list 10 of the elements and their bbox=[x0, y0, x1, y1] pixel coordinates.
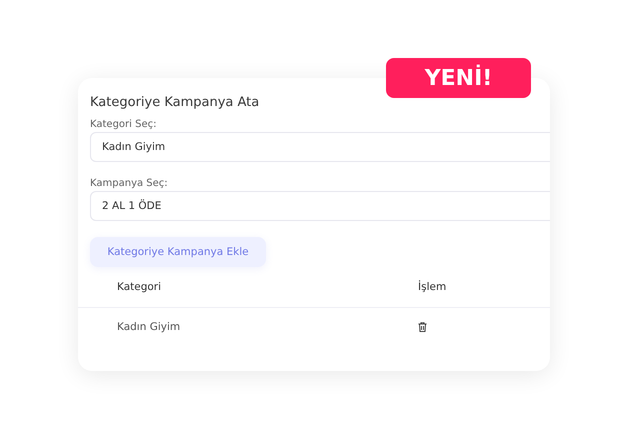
column-header: İşlem bbox=[418, 281, 446, 293]
delete-icon[interactable] bbox=[418, 322, 427, 332]
form-title: Kategoriye Kampanya Ata bbox=[90, 95, 260, 112]
select-field[interactable]: 2 AL 1 ÖDE bbox=[90, 191, 550, 221]
column-header: Kategori bbox=[116, 281, 162, 293]
select-field[interactable]: Kadın Giyim bbox=[90, 132, 550, 162]
field-label: Kategori Seç: bbox=[90, 119, 158, 130]
new-badge: YENİ! bbox=[386, 58, 531, 98]
table-cell-text: Kadın Giyim bbox=[116, 321, 182, 333]
field-label: Kampanya Seç: bbox=[90, 178, 169, 189]
